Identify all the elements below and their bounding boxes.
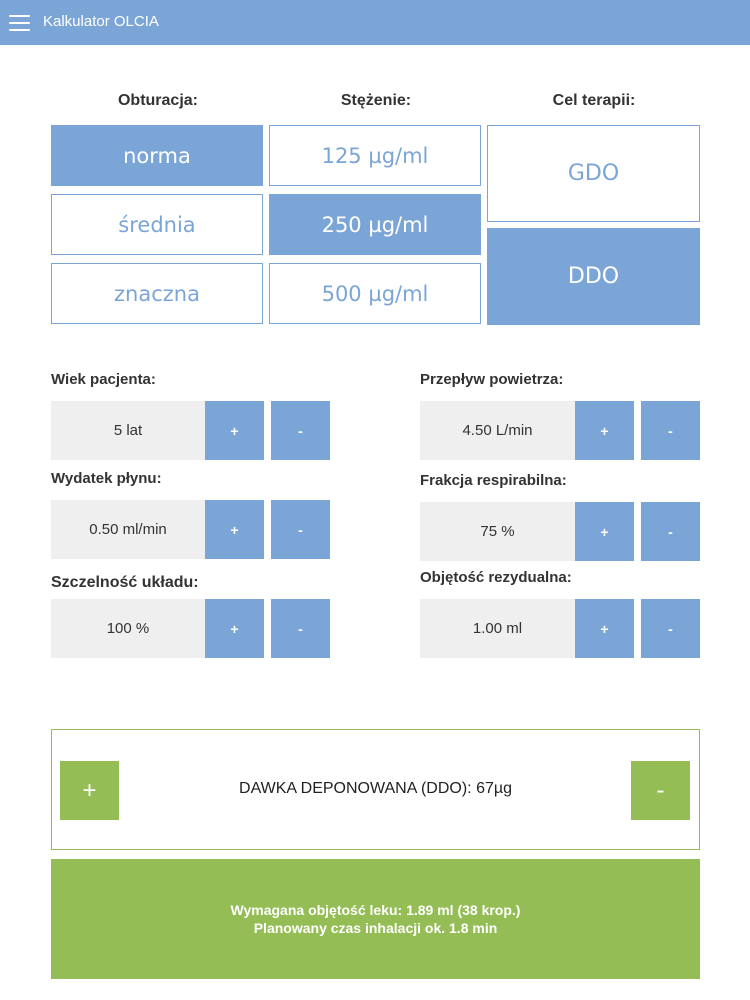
objetosc-minus-button[interactable]: -: [641, 599, 700, 658]
frakcja-minus-button[interactable]: -: [641, 502, 700, 561]
obturacja-option-norma[interactable]: norma: [51, 125, 263, 186]
dose-plus-button[interactable]: +: [60, 761, 119, 820]
obturacja-header: Obturacja:: [117, 92, 198, 109]
obturacja-option-srednia[interactable]: średnia: [51, 194, 263, 255]
result-time-text: Planowany czas inhalacji ok. 1.8 min: [253, 920, 498, 936]
frakcja-plus-button[interactable]: +: [575, 502, 634, 561]
wiek-pacjenta-label: Wiek pacjenta:: [51, 371, 156, 388]
app-bar: Kalkulator OLCIA: [0, 0, 750, 45]
stezenie-header: Stężenie:: [340, 92, 412, 109]
result-panel: Wymagana objętość leku: 1.89 ml (38 krop…: [51, 859, 700, 979]
stezenie-option-125[interactable]: 125 µg/ml: [269, 125, 481, 186]
szczelnosc-ukladu-value: 100 %: [51, 599, 205, 658]
szczelnosc-plus-button[interactable]: +: [205, 599, 264, 658]
objetosc-rezydualna-label: Objętość rezydualna:: [420, 569, 572, 586]
cel-terapii-header: Cel terapii:: [552, 92, 636, 109]
wiek-minus-button[interactable]: -: [271, 401, 330, 460]
wydatek-plynu-label: Wydatek płynu:: [51, 470, 162, 487]
cel-option-gdo[interactable]: GDO: [487, 125, 700, 222]
objetosc-rezydualna-value: 1.00 ml: [420, 599, 575, 658]
frakcja-respirabilna-value: 75 %: [420, 502, 575, 561]
dose-text: DAWKA DEPONOWANA (DDO): 67µg: [239, 780, 512, 797]
stezenie-option-250[interactable]: 250 µg/ml: [269, 194, 481, 255]
result-volume-text: Wymagana objętość leku: 1.89 ml (38 krop…: [230, 902, 521, 918]
stezenie-option-500[interactable]: 500 µg/ml: [269, 263, 481, 324]
dose-card: + DAWKA DEPONOWANA (DDO): 67µg -: [51, 729, 700, 850]
szczelnosc-minus-button[interactable]: -: [271, 599, 330, 658]
obturacja-option-znaczna[interactable]: znaczna: [51, 263, 263, 324]
wiek-plus-button[interactable]: +: [205, 401, 264, 460]
szczelnosc-ukladu-label: Szczelność układu:: [51, 574, 199, 591]
przeplyw-powietrza-value: 4.50 L/min: [420, 401, 575, 460]
app-title: Kalkulator OLCIA: [43, 13, 159, 30]
przeplyw-plus-button[interactable]: +: [575, 401, 634, 460]
wydatek-plynu-value: 0.50 ml/min: [51, 500, 205, 559]
menu-icon[interactable]: [9, 15, 30, 31]
cel-option-ddo[interactable]: DDO: [487, 228, 700, 325]
przeplyw-powietrza-label: Przepływ powietrza:: [420, 371, 564, 388]
wydatek-plus-button[interactable]: +: [205, 500, 264, 559]
dose-minus-button[interactable]: -: [631, 761, 690, 820]
przeplyw-minus-button[interactable]: -: [641, 401, 700, 460]
wydatek-minus-button[interactable]: -: [271, 500, 330, 559]
wiek-pacjenta-value: 5 lat: [51, 401, 205, 460]
objetosc-plus-button[interactable]: +: [575, 599, 634, 658]
frakcja-respirabilna-label: Frakcja respirabilna:: [420, 472, 567, 489]
